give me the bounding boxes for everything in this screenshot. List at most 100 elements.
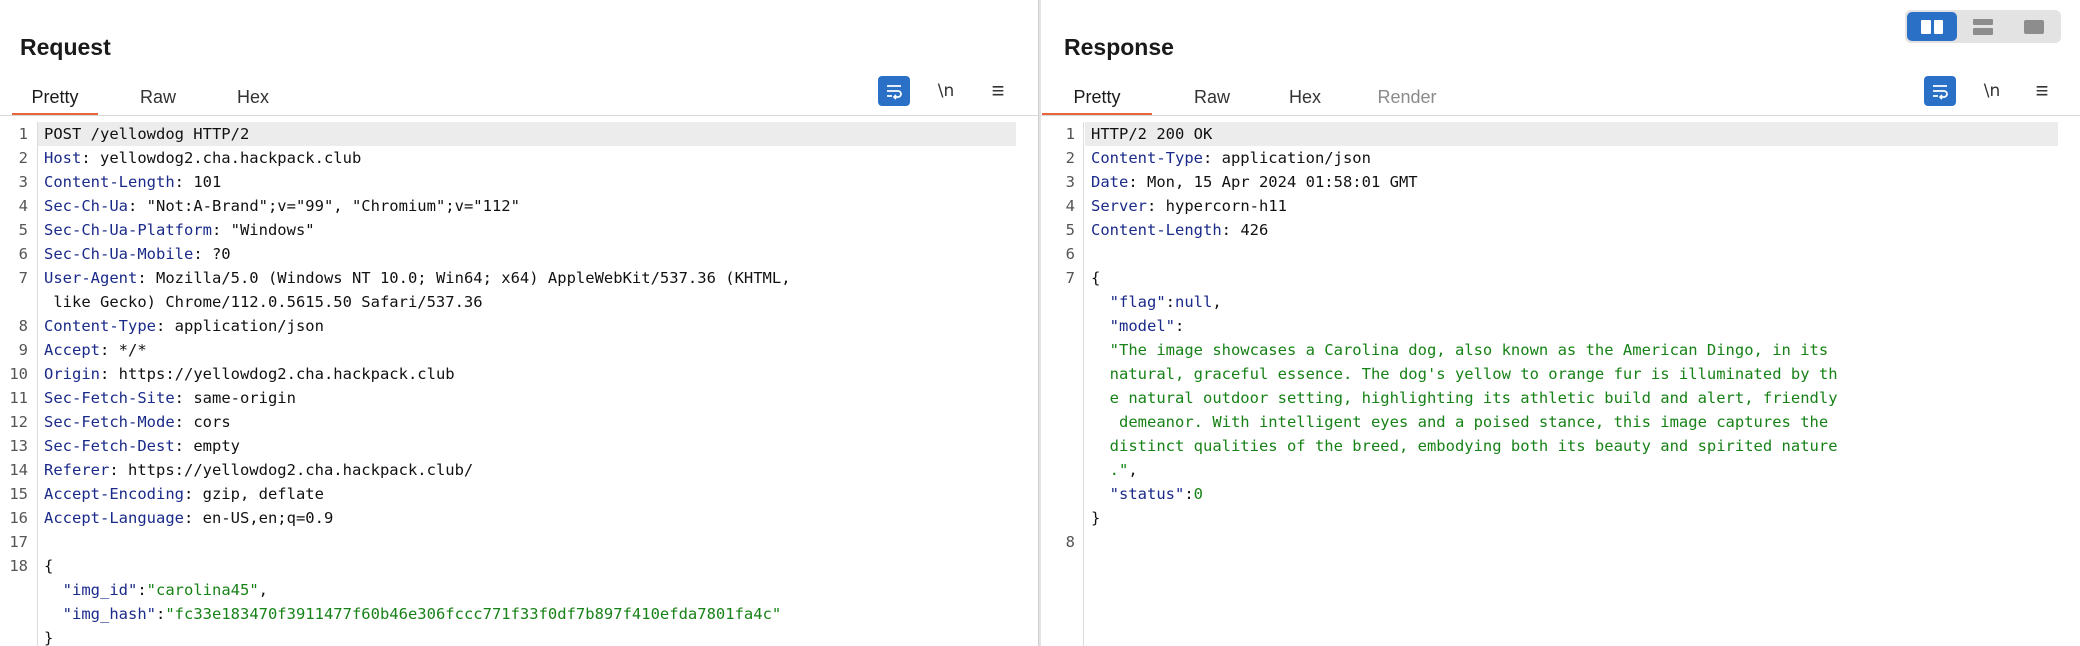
code-string: demeanor. With intelligent eyes and a po… <box>1091 413 1829 431</box>
request-editor[interactable]: 1 POST /yellowdog HTTP/2 2 Host: yellowdog2… <box>0 122 1038 646</box>
response-tab-pretty[interactable]: Pretty <box>1042 84 1152 116</box>
code-line: e natural outdoor setting, highlighting … <box>1041 386 2080 410</box>
code-line: 8 Content-Type: application/json <box>0 314 1038 338</box>
code-text: POST /yellowdog HTTP/2 <box>44 122 249 146</box>
menu-icon[interactable]: ≡ <box>2026 76 2058 106</box>
line-number: 7 <box>1065 269 1075 287</box>
request-tab-hex[interactable]: Hex <box>226 84 280 116</box>
line-number: 1 <box>18 125 28 143</box>
code-plain: POST /yellowdog HTTP/2 <box>44 125 250 143</box>
code-line: 2 Host: yellowdog2.cha.hackpack.club <box>0 146 1038 170</box>
line-number: 14 <box>9 461 28 479</box>
line-number: 5 <box>1065 221 1075 239</box>
code-key: Accept <box>44 341 100 359</box>
line-number: 4 <box>1065 197 1075 215</box>
code-line: 5 Sec-Ch-Ua-Platform: "Windows" <box>0 218 1038 242</box>
code-text: Origin: https://yellowdog2.cha.hackpack.… <box>44 362 455 386</box>
word-wrap-icon[interactable] <box>1924 76 1956 106</box>
code-text: "status":0 <box>1091 482 1203 506</box>
code-text: Accept-Encoding: gzip, deflate <box>44 482 324 506</box>
code-plain: : */* <box>100 341 147 359</box>
code-plain: : 426 <box>1221 221 1269 239</box>
line-number: 18 <box>9 557 28 575</box>
split-view-button[interactable] <box>1907 12 1957 41</box>
code-text: .", <box>1091 458 1138 482</box>
request-pane: Request Pretty Raw Hex \n ≡ 1 POST /yello… <box>0 0 1038 646</box>
code-line: "model": <box>1041 314 2080 338</box>
line-number: 5 <box>18 221 28 239</box>
code-text: natural, graceful essence. The dog's yel… <box>1091 362 1838 386</box>
code-plain: HTTP/2 200 OK <box>1091 125 1213 143</box>
line-number: 12 <box>9 413 28 431</box>
code-text: like Gecko) Chrome/112.0.5615.50 Safari/… <box>44 290 483 314</box>
code-text: Sec-Fetch-Dest: empty <box>44 434 240 458</box>
request-tab-raw[interactable]: Raw <box>130 84 186 116</box>
response-tab-render[interactable]: Render <box>1370 84 1444 116</box>
code-line: 7 User-Agent: Mozilla/5.0 (Windows NT 10.… <box>0 266 1038 290</box>
code-line: 1 POST /yellowdog HTTP/2 <box>0 122 1038 146</box>
code-plain: : <box>137 581 147 599</box>
code-line: 7{ <box>1041 266 2080 290</box>
code-plain: : application/json <box>1202 149 1371 167</box>
show-newlines-toggle[interactable]: \n <box>930 76 962 106</box>
code-text: Sec-Ch-Ua-Platform: "Windows" <box>44 218 315 242</box>
code-key: "img_id" <box>44 581 138 599</box>
code-key: Content-Type <box>1091 149 1203 167</box>
code-line: 10 Origin: https://yellowdog2.cha.hackpac… <box>0 362 1038 386</box>
code-text: Server: hypercorn-h11 <box>1091 194 1287 218</box>
code-string: e natural outdoor setting, highlighting … <box>1091 389 1838 407</box>
code-plain: : en-US,en;q=0.9 <box>183 509 334 527</box>
code-text: Content-Length: 101 <box>44 170 221 194</box>
show-newlines-toggle[interactable]: \n <box>1976 76 2008 106</box>
split-view-icon <box>1921 19 1943 34</box>
code-key: Sec-Ch-Ua <box>44 197 128 215</box>
code-line: 3 Content-Length: 101 <box>0 170 1038 194</box>
response-tab-divider <box>1041 115 2080 116</box>
code-line: 18 { <box>0 554 1038 578</box>
newline-label: \n <box>1983 81 2001 101</box>
line-number: 4 <box>18 197 28 215</box>
code-key: "model" <box>1091 317 1175 335</box>
code-plain: : <box>1175 317 1185 335</box>
code-text: Referer: https://yellowdog2.cha.hackpack… <box>44 458 473 482</box>
code-string: "carolina45" <box>146 581 259 599</box>
response-tab-hex[interactable]: Hex <box>1278 84 1332 116</box>
stacked-view-button[interactable] <box>1958 12 2008 41</box>
newline-label: \n <box>937 81 955 101</box>
response-tab-raw[interactable]: Raw <box>1184 84 1240 116</box>
code-key: Content-Type <box>44 317 156 335</box>
code-key: Sec-Ch-Ua-Platform <box>44 221 212 239</box>
request-tab-pretty[interactable]: Pretty <box>12 84 98 116</box>
menu-icon[interactable]: ≡ <box>982 76 1014 106</box>
line-number: 8 <box>1065 533 1075 551</box>
code-plain: { <box>44 557 54 575</box>
code-text: } <box>44 626 53 646</box>
stacked-view-icon <box>1973 18 1993 35</box>
code-key: Host <box>44 149 82 167</box>
line-number: 17 <box>9 533 28 551</box>
code-text: { <box>44 554 53 578</box>
line-number: 3 <box>1065 173 1075 191</box>
line-number: 6 <box>1065 245 1075 263</box>
code-plain: like Gecko) Chrome/112.0.5615.50 Safari/… <box>44 293 483 311</box>
response-editor[interactable]: 1 HTTP/2 200 OK 2 Content-Type: application… <box>1041 122 2080 646</box>
single-view-button[interactable] <box>2009 12 2059 41</box>
code-key: Server <box>1091 197 1147 215</box>
code-plain: : same-origin <box>174 389 296 407</box>
code-text: Date: Mon, 15 Apr 2024 01:58:01 GMT <box>1091 170 1418 194</box>
code-string: 0 <box>1193 485 1204 503</box>
request-tab-divider <box>0 115 1038 116</box>
code-text: Sec-Fetch-Site: same-origin <box>44 386 296 410</box>
code-line: .", <box>1041 458 2080 482</box>
code-line: "img_hash":"fc33e183470f3911477f60b46e30… <box>0 602 1038 626</box>
code-plain: } <box>44 629 54 646</box>
code-line: 11 Sec-Fetch-Site: same-origin <box>0 386 1038 410</box>
code-line: natural, graceful essence. The dog's yel… <box>1041 362 2080 386</box>
code-plain: : "Windows" <box>211 221 315 239</box>
word-wrap-icon[interactable] <box>878 76 910 106</box>
code-plain: : application/json <box>155 317 324 335</box>
code-plain: : https://yellowdog2.cha.hackpack.club <box>100 365 455 383</box>
code-line: distinct qualities of the breed, embodyi… <box>1041 434 2080 458</box>
code-key: Referer <box>44 461 110 479</box>
code-text: Content-Type: application/json <box>1091 146 1371 170</box>
